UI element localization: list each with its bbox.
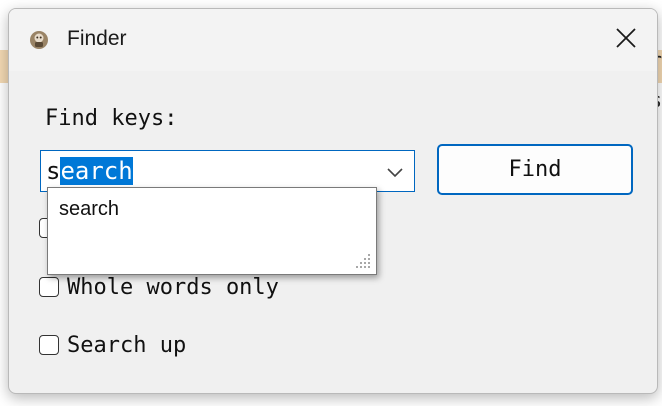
resize-grip-icon[interactable]	[353, 251, 373, 271]
close-icon	[615, 27, 637, 53]
app-icon	[29, 30, 49, 50]
search-combobox[interactable]: search	[40, 150, 415, 192]
search-text-unselected: s	[46, 157, 61, 185]
window-title: Finder	[67, 27, 127, 50]
search-up-label: Search up	[67, 332, 187, 358]
autocomplete-item[interactable]: search	[59, 198, 119, 221]
find-keys-label: Find keys:	[45, 106, 178, 131]
autocomplete-popup: search	[47, 187, 377, 275]
whole-words-label: Whole words only	[67, 274, 279, 300]
finder-dialog: Finder Find keys: search Find Whole word…	[8, 8, 658, 394]
chevron-down-icon[interactable]	[384, 161, 406, 183]
close-button[interactable]	[595, 9, 657, 71]
search-up-checkbox[interactable]	[39, 335, 59, 355]
search-input[interactable]: search	[46, 156, 133, 186]
whole-words-checkbox[interactable]	[39, 277, 59, 297]
find-button[interactable]: Find	[437, 144, 633, 195]
search-up-option[interactable]: Search up	[39, 330, 186, 360]
whole-words-option[interactable]: Whole words only	[39, 272, 279, 302]
title-bar: Finder	[9, 9, 657, 71]
search-text-selection: earch	[60, 157, 133, 185]
